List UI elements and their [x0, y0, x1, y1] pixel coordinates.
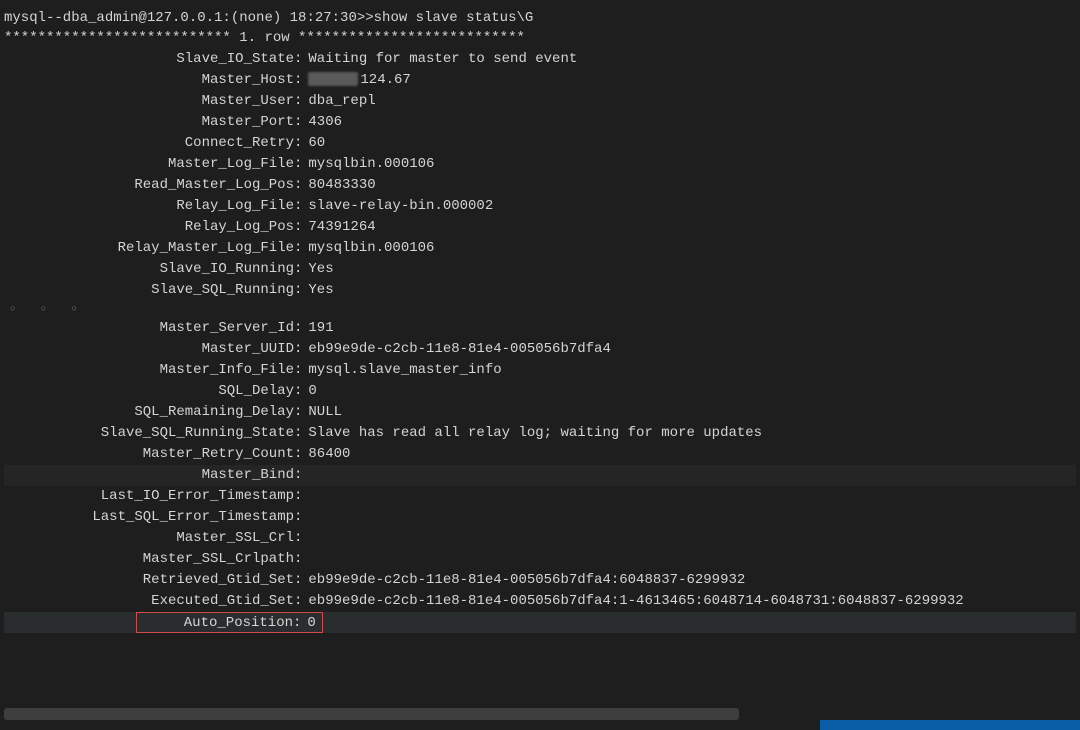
value: 60 — [302, 133, 325, 154]
key: Retrieved_Gtid_Set — [4, 570, 294, 591]
ellipsis-separator: ○ ○ ○ — [4, 301, 1076, 318]
row-slave-io-state: Slave_IO_State:Waiting for master to sen… — [4, 49, 1076, 70]
row-sql-delay: SQL_Delay:0 — [4, 381, 1076, 402]
value: 4306 — [302, 112, 342, 133]
key: Master_Info_File — [4, 360, 294, 381]
key: Slave_IO_State — [4, 49, 294, 70]
row-connect-retry: Connect_Retry:60 — [4, 133, 1076, 154]
value: 0 — [302, 381, 316, 402]
row-slave-sql-running: Slave_SQL_Running:Yes — [4, 280, 1076, 301]
row-master-ssl-crl: Master_SSL_Crl: — [4, 528, 1076, 549]
row-retrieved-gtid-set: Retrieved_Gtid_Set:eb99e9de-c2cb-11e8-81… — [4, 570, 1076, 591]
key: Master_SSL_Crl — [4, 528, 294, 549]
key: SQL_Remaining_Delay — [4, 402, 294, 423]
value: Waiting for master to send event — [302, 49, 577, 70]
key: Master_Bind — [4, 465, 294, 486]
key: Master_Host — [4, 70, 294, 91]
key: Last_IO_Error_Timestamp — [4, 486, 294, 507]
value: 124.67 — [302, 70, 410, 91]
value — [302, 549, 308, 570]
value — [302, 486, 308, 507]
value: NULL — [302, 402, 342, 423]
row-master-host: Master_Host:124.67 — [4, 70, 1076, 91]
key: Last_SQL_Error_Timestamp — [4, 507, 294, 528]
row-slave-io-running: Slave_IO_Running:Yes — [4, 259, 1076, 280]
key: Master_SSL_Crlpath — [4, 549, 294, 570]
row-separator: *************************** 1. row *****… — [4, 28, 1076, 48]
row-master-port: Master_Port:4306 — [4, 112, 1076, 133]
row-relay-log-pos: Relay_Log_Pos:74391264 — [4, 217, 1076, 238]
row-master-user: Master_User:dba_repl — [4, 91, 1076, 112]
value: slave-relay-bin.000002 — [302, 196, 493, 217]
row-read-master-log-pos: Read_Master_Log_Pos:80483330 — [4, 175, 1076, 196]
value: 0 — [301, 615, 315, 631]
redacted-ip — [308, 72, 358, 86]
key: Connect_Retry — [4, 133, 294, 154]
value: eb99e9de-c2cb-11e8-81e4-005056b7dfa4 — [302, 339, 610, 360]
value: Yes — [302, 280, 333, 301]
key: Relay_Log_Pos — [4, 217, 294, 238]
value: 80483330 — [302, 175, 375, 196]
row-auto-position-highlighted: Auto_Position:0 — [136, 612, 323, 633]
value: Slave has read all relay log; waiting fo… — [302, 423, 762, 444]
value — [302, 465, 308, 486]
key: SQL_Delay — [4, 381, 294, 402]
key: Relay_Log_File — [4, 196, 294, 217]
horizontal-scrollbar[interactable] — [4, 708, 739, 720]
value: eb99e9de-c2cb-11e8-81e4-005056b7dfa4:604… — [302, 570, 745, 591]
value: 74391264 — [302, 217, 375, 238]
row-master-ssl-crlpath: Master_SSL_Crlpath: — [4, 549, 1076, 570]
row-master-log-file: Master_Log_File:mysqlbin.000106 — [4, 154, 1076, 175]
row-master-bind: Master_Bind: — [4, 465, 1076, 486]
row-master-info-file: Master_Info_File:mysql.slave_master_info — [4, 360, 1076, 381]
status-bar-segment — [820, 720, 1080, 730]
row-relay-master-log-file: Relay_Master_Log_File:mysqlbin.000106 — [4, 238, 1076, 259]
host-suffix: 124.67 — [360, 72, 410, 88]
key: Master_Port — [4, 112, 294, 133]
value — [302, 507, 308, 528]
prompt-line: mysql--dba_admin@127.0.0.1:(none) 18:27:… — [4, 8, 1076, 28]
row-auto-position-wrapper: Auto_Position:0 — [4, 612, 1076, 633]
row-sql-remaining-delay: SQL_Remaining_Delay:NULL — [4, 402, 1076, 423]
key: Executed_Gtid_Set — [4, 591, 294, 612]
value — [302, 528, 308, 549]
row-master-retry-count: Master_Retry_Count:86400 — [4, 444, 1076, 465]
row-master-server-id: Master_Server_Id:191 — [4, 318, 1076, 339]
value: dba_repl — [302, 91, 375, 112]
value: Yes — [302, 259, 333, 280]
key: Master_User — [4, 91, 294, 112]
row-last-sql-error-ts: Last_SQL_Error_Timestamp: — [4, 507, 1076, 528]
value: mysqlbin.000106 — [302, 154, 434, 175]
key: Slave_IO_Running — [4, 259, 294, 280]
key: Slave_SQL_Running — [4, 280, 294, 301]
value: 191 — [302, 318, 333, 339]
key: Auto_Position — [137, 613, 293, 633]
value: mysql.slave_master_info — [302, 360, 501, 381]
row-slave-sql-running-state: Slave_SQL_Running_State:Slave has read a… — [4, 423, 1076, 444]
key: Master_Log_File — [4, 154, 294, 175]
row-executed-gtid-set: Executed_Gtid_Set:eb99e9de-c2cb-11e8-81e… — [4, 591, 1076, 612]
key: Read_Master_Log_Pos — [4, 175, 294, 196]
value: mysqlbin.000106 — [302, 238, 434, 259]
key: Master_UUID — [4, 339, 294, 360]
value: eb99e9de-c2cb-11e8-81e4-005056b7dfa4:1-4… — [302, 591, 963, 612]
row-last-io-error-ts: Last_IO_Error_Timestamp: — [4, 486, 1076, 507]
key: Slave_SQL_Running_State — [4, 423, 294, 444]
key: Master_Retry_Count — [4, 444, 294, 465]
row-relay-log-file: Relay_Log_File:slave-relay-bin.000002 — [4, 196, 1076, 217]
row-master-uuid: Master_UUID:eb99e9de-c2cb-11e8-81e4-0050… — [4, 339, 1076, 360]
key: Master_Server_Id — [4, 318, 294, 339]
value: 86400 — [302, 444, 350, 465]
key: Relay_Master_Log_File — [4, 238, 294, 259]
